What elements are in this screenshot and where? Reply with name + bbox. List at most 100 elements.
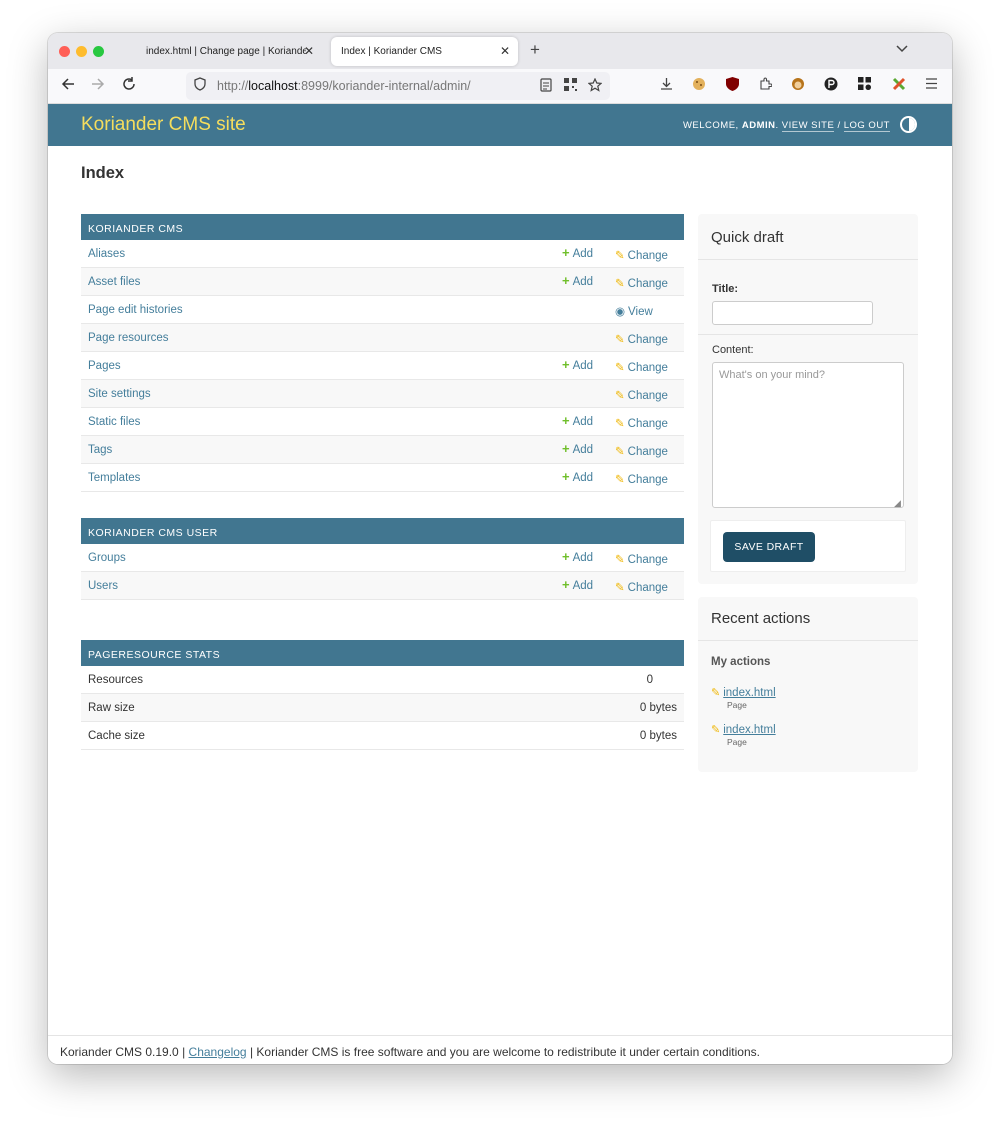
user-tools: Welcome, admin. View site / Log out bbox=[682, 120, 890, 132]
cookie-icon[interactable] bbox=[691, 76, 706, 91]
x-extension-icon[interactable] bbox=[891, 76, 906, 91]
tab-change-page[interactable]: index.html | Change page | Koriander CMS… bbox=[136, 37, 322, 66]
apps-grid-icon[interactable] bbox=[857, 76, 872, 91]
tab-index[interactable]: Index | Koriander CMS ✕ bbox=[331, 37, 518, 66]
pencil-icon: ✎ bbox=[615, 278, 625, 290]
change-link[interactable]: ✎ Change bbox=[615, 332, 668, 346]
model-row-static-files: Static files + Add ✎ Change bbox=[81, 408, 684, 436]
model-link[interactable]: Site settings bbox=[88, 388, 151, 400]
submit-row: Save draft bbox=[710, 520, 906, 572]
add-link[interactable]: + Add bbox=[562, 414, 593, 428]
add-link[interactable]: + Add bbox=[562, 274, 593, 288]
zoom-window-button[interactable] bbox=[93, 46, 104, 57]
change-link[interactable]: ✎ Change bbox=[615, 276, 668, 290]
reader-view-icon[interactable] bbox=[540, 78, 552, 95]
add-link[interactable]: + Add bbox=[562, 358, 593, 372]
model-link[interactable]: Page edit histories bbox=[88, 304, 183, 316]
stat-label: Raw size bbox=[88, 702, 135, 714]
close-tab-icon[interactable]: ✕ bbox=[304, 44, 314, 58]
change-link[interactable]: ✎ Change bbox=[615, 552, 668, 566]
model-link[interactable]: Users bbox=[88, 580, 118, 592]
separator: / bbox=[837, 120, 841, 131]
model-row-groups: Groups + Add ✎ Change bbox=[81, 544, 684, 572]
recent-action-link[interactable]: index.html bbox=[723, 687, 775, 699]
stat-row-raw-size: Raw size 0 bytes bbox=[81, 694, 684, 722]
add-link[interactable]: + Add bbox=[562, 246, 593, 260]
stat-label: Resources bbox=[88, 674, 143, 686]
pencil-icon: ✎ bbox=[615, 334, 625, 346]
pencil-icon: ✎ bbox=[615, 554, 625, 566]
title-input[interactable] bbox=[712, 301, 873, 325]
change-link[interactable]: ✎ Change bbox=[615, 388, 668, 402]
close-window-button[interactable] bbox=[59, 46, 70, 57]
site-name-link[interactable]: Koriander CMS site bbox=[81, 114, 246, 136]
change-link[interactable]: ✎ Change bbox=[615, 472, 668, 486]
resize-grip-icon[interactable]: ◢ bbox=[894, 498, 901, 509]
change-link[interactable]: ✎ Change bbox=[615, 416, 668, 430]
page-title: Index bbox=[81, 164, 125, 182]
tab-title: Index | Koriander CMS bbox=[341, 46, 442, 57]
stat-label: Cache size bbox=[88, 730, 145, 742]
new-tab-button[interactable]: + bbox=[530, 40, 540, 60]
model-link[interactable]: Asset files bbox=[88, 276, 140, 288]
recent-action-link[interactable]: index.html bbox=[723, 724, 775, 736]
downloads-icon[interactable] bbox=[659, 76, 674, 91]
bookmark-star-icon[interactable] bbox=[587, 77, 603, 95]
admin-header: Koriander CMS site Welcome, admin. View … bbox=[48, 104, 952, 146]
menu-hamburger-icon[interactable] bbox=[924, 76, 939, 91]
theme-toggle-icon[interactable] bbox=[900, 116, 917, 133]
p-extension-icon[interactable] bbox=[823, 76, 838, 91]
navigation-bar: http://localhost:8999/koriander-internal… bbox=[48, 69, 952, 104]
change-link[interactable]: ✎ Change bbox=[615, 248, 668, 262]
change-link[interactable]: ✎ Change bbox=[615, 360, 668, 374]
model-link[interactable]: Page resources bbox=[88, 332, 169, 344]
add-link[interactable]: + Add bbox=[562, 470, 593, 484]
stat-value: 0 bbox=[646, 674, 653, 686]
log-out-link[interactable]: Log out bbox=[843, 120, 890, 132]
reload-button[interactable] bbox=[122, 77, 136, 95]
add-link[interactable]: + Add bbox=[562, 442, 593, 456]
model-link[interactable]: Groups bbox=[88, 552, 126, 564]
add-link[interactable]: + Add bbox=[562, 550, 593, 564]
pencil-icon: ✎ bbox=[711, 687, 721, 699]
url-text[interactable]: http://localhost:8999/koriander-internal… bbox=[217, 79, 471, 93]
monkey-extension-icon[interactable] bbox=[790, 76, 805, 91]
save-draft-button[interactable]: Save draft bbox=[723, 532, 815, 562]
add-link[interactable]: + Add bbox=[562, 577, 593, 592]
pencil-icon: ✎ bbox=[615, 250, 625, 262]
forward-button[interactable] bbox=[91, 77, 105, 95]
change-link[interactable]: ✎ Change bbox=[615, 580, 668, 594]
plus-icon: + bbox=[562, 577, 570, 592]
ublock-shield-icon[interactable] bbox=[725, 76, 740, 91]
model-link[interactable]: Pages bbox=[88, 360, 121, 372]
list-tabs-button[interactable] bbox=[896, 42, 908, 56]
module-caption: PageResource stats bbox=[81, 640, 684, 666]
url-bar[interactable]: http://localhost:8999/koriander-internal… bbox=[186, 72, 610, 100]
view-link[interactable]: ◉ View bbox=[615, 304, 653, 318]
model-link[interactable]: Aliases bbox=[88, 248, 125, 260]
view-site-link[interactable]: View site bbox=[781, 120, 835, 132]
content-textarea[interactable] bbox=[712, 362, 904, 508]
shield-icon[interactable] bbox=[194, 77, 206, 94]
extensions-puzzle-icon[interactable] bbox=[758, 76, 773, 91]
model-link[interactable]: Static files bbox=[88, 416, 140, 428]
module-caption[interactable]: Koriander CMS User bbox=[81, 518, 684, 544]
pencil-icon: ✎ bbox=[615, 582, 625, 594]
close-tab-icon[interactable]: ✕ bbox=[500, 44, 510, 58]
qr-code-icon[interactable] bbox=[564, 78, 577, 94]
back-button[interactable] bbox=[61, 77, 75, 95]
footer-version: Koriander CMS 0.19.0 | bbox=[60, 1045, 186, 1059]
model-row-users: Users + Add ✎ Change bbox=[81, 572, 684, 600]
pencil-icon: ✎ bbox=[711, 724, 721, 736]
model-link[interactable]: Templates bbox=[88, 472, 140, 484]
model-link[interactable]: Tags bbox=[88, 444, 112, 456]
arrow-left-icon bbox=[61, 78, 74, 90]
change-link[interactable]: ✎ Change bbox=[615, 444, 668, 458]
minimize-window-button[interactable] bbox=[76, 46, 87, 57]
stat-value: 0 bytes bbox=[639, 702, 677, 714]
module-caption[interactable]: Koriander CMS bbox=[81, 214, 684, 240]
divider bbox=[698, 259, 918, 260]
chevron-down-icon bbox=[896, 45, 908, 53]
action-type: Page bbox=[727, 737, 747, 747]
changelog-link[interactable]: Changelog bbox=[189, 1045, 247, 1059]
